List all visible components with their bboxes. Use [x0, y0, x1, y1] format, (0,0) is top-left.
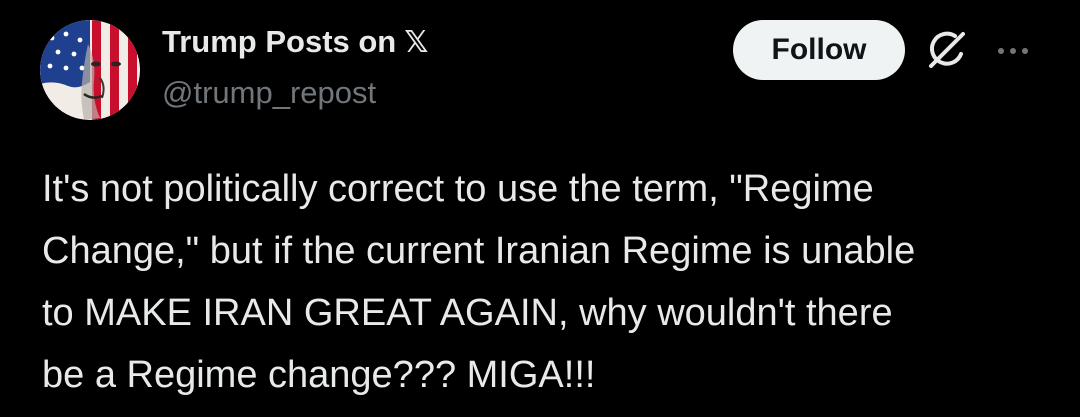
- flag-portrait-avatar-icon: [40, 20, 140, 120]
- grok-glyph-icon: [929, 31, 965, 68]
- more-options-icon[interactable]: [994, 32, 1032, 70]
- x-logo-icon: 𝕏: [404, 25, 429, 59]
- display-name-text: Trump Posts on: [162, 24, 397, 59]
- user-handle[interactable]: @trump_repost: [162, 75, 376, 111]
- ellipsis-icon: [998, 48, 1028, 54]
- avatar[interactable]: [40, 20, 140, 120]
- post-text: It's not politically correct to use the …: [42, 168, 916, 396]
- grok-icon[interactable]: [925, 28, 969, 72]
- follow-button[interactable]: Follow: [733, 20, 905, 80]
- tweet-card: Trump Posts on 𝕏 @trump_repost Follow It…: [0, 0, 1080, 417]
- display-name[interactable]: Trump Posts on 𝕏: [162, 24, 428, 60]
